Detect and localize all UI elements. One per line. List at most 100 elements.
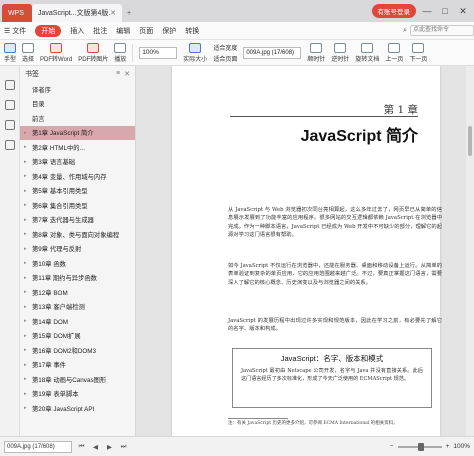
menu-page[interactable]: 页面 <box>139 26 153 36</box>
menu-comment[interactable]: 批注 <box>93 26 107 36</box>
expand-arrow-icon[interactable]: ▸ <box>24 405 32 411</box>
expand-arrow-icon[interactable]: ▸ <box>24 304 32 310</box>
expand-arrow-icon[interactable]: ▸ <box>24 260 32 266</box>
bookmark-item[interactable]: 前言 <box>20 111 135 126</box>
first-page-button[interactable]: ⏮ <box>77 443 86 451</box>
bookmark-item[interactable]: ▸ 第1章 JavaScript 简介 <box>20 125 135 140</box>
bookmark-item[interactable]: ▸ 第13章 客户端检测 <box>20 300 135 315</box>
fit-width-button[interactable]: 适合宽度 <box>213 43 237 52</box>
login-button[interactable]: 有账号登录 <box>371 4 416 18</box>
fit-page-button[interactable]: 适合页面 <box>213 54 237 63</box>
page-number-input[interactable]: 009A.jpg (17/608) <box>243 46 302 59</box>
expand-arrow-icon[interactable]: ▸ <box>24 362 32 368</box>
actual-size-button[interactable]: 实际大小 <box>183 42 207 63</box>
bookmark-item[interactable]: 目录 <box>20 97 135 112</box>
tab-document[interactable]: JavaScript...文版第4版.pdf ✕ <box>32 4 122 22</box>
menu-insert[interactable]: 插入 <box>70 26 84 36</box>
bookmark-item[interactable]: ▸ 第12章 BOM <box>20 285 135 300</box>
sidebar-menu-icon[interactable]: ≡ <box>116 70 120 78</box>
expand-arrow-icon[interactable]: ▸ <box>24 217 32 223</box>
next-page-status-button[interactable]: ▶ <box>105 443 114 451</box>
expand-arrow-icon[interactable]: ▸ <box>24 173 32 179</box>
bookmark-item-label: 第19章 表单脚本 <box>32 391 79 399</box>
expand-arrow-icon[interactable]: ▸ <box>24 333 32 339</box>
zoom-slider-knob[interactable] <box>417 442 424 451</box>
command-search-input[interactable]: 点此查找命令 <box>410 25 474 36</box>
search-panel-icon[interactable] <box>4 140 15 150</box>
bookmark-item[interactable]: ▸ 第9章 代理与反射 <box>20 242 135 257</box>
tab-home[interactable]: WPS <box>2 4 32 22</box>
rotate-cw-button[interactable]: 顺时针 <box>307 42 325 63</box>
prev-page-button[interactable]: 上一页 <box>385 42 403 63</box>
expand-arrow-icon[interactable]: ▸ <box>24 289 32 295</box>
expand-arrow-icon[interactable]: ▸ <box>24 347 32 353</box>
bookmark-panel-icon[interactable] <box>4 80 15 90</box>
close-window-button[interactable]: ✕ <box>456 6 470 17</box>
sidebar-close-icon[interactable]: ✕ <box>124 70 130 78</box>
chapter-number: 第 1 章 <box>383 104 418 116</box>
menu-edit[interactable]: 编辑 <box>116 26 130 36</box>
bookmark-item[interactable]: ▸ 第15章 DOM扩展 <box>20 329 135 344</box>
zoom-in-button[interactable]: + <box>446 443 450 450</box>
rotate-doc-button[interactable]: 旋转文档 <box>355 42 379 63</box>
expand-arrow-icon[interactable]: ▸ <box>24 202 32 208</box>
expand-arrow-icon[interactable]: ▸ <box>24 144 32 150</box>
last-page-button[interactable]: ⏭ <box>119 443 128 451</box>
bookmark-item[interactable]: ▸ 第2章 HTML中的... <box>20 140 135 155</box>
expand-arrow-icon[interactable]: ▸ <box>24 130 32 136</box>
expand-arrow-icon[interactable]: ▸ <box>24 376 32 382</box>
scrollbar-thumb[interactable] <box>468 126 472 156</box>
comment-panel-icon[interactable] <box>4 120 15 130</box>
zoom-slider[interactable] <box>397 442 442 451</box>
close-tab-icon[interactable]: ✕ <box>110 9 116 17</box>
menu-convert[interactable]: 转换 <box>185 26 199 36</box>
bookmark-item[interactable]: 译者序 <box>20 82 135 97</box>
bookmark-item[interactable]: ▸ 第20章 JavaScript API <box>20 401 135 416</box>
menu-start[interactable]: 开始 <box>35 24 62 37</box>
bookmark-item[interactable]: ▸ 第14章 DOM <box>20 314 135 329</box>
play-button[interactable]: 播放 <box>114 42 126 63</box>
bookmark-item[interactable]: ▸ 第18章 动画与Canvas图形 <box>20 372 135 387</box>
status-page-input[interactable]: 009A.jpg (17/608) <box>4 440 72 453</box>
zoom-select[interactable]: 100% <box>139 46 178 59</box>
minimize-button[interactable]: — <box>420 6 434 16</box>
bookmark-item[interactable]: ▸ 第4章 变量、作用域与内存 <box>20 169 135 184</box>
menu-protect[interactable]: 保护 <box>162 26 176 36</box>
bookmark-item[interactable]: ▸ 第7章 迭代器与生成器 <box>20 213 135 228</box>
bookmark-item[interactable]: ▸ 第6章 集合引用类型 <box>20 198 135 213</box>
vertical-scrollbar[interactable] <box>466 66 474 436</box>
toolbar: 手型 选择 PDF转Word PDF转图片 播放 100% 实际大小 适合宽度 … <box>0 40 474 66</box>
bookmark-item[interactable]: ▸ 第17章 事件 <box>20 358 135 373</box>
bookmark-item-label: 第12章 BOM <box>32 289 68 297</box>
new-tab-button[interactable]: + <box>122 4 136 22</box>
maximize-button[interactable]: □ <box>438 6 452 16</box>
zoom-out-button[interactable]: − <box>390 443 394 450</box>
bookmark-item[interactable]: ▸ 第16章 DOM2和DOM3 <box>20 343 135 358</box>
hand-tool-button[interactable]: 手型 <box>4 42 16 63</box>
menu-file[interactable]: ☰ 文件 <box>4 26 26 36</box>
bookmark-item[interactable]: ▸ 第19章 表单脚本 <box>20 387 135 402</box>
zoom-level: 100% <box>453 443 470 450</box>
expand-arrow-icon[interactable]: ▸ <box>24 391 32 397</box>
expand-arrow-icon[interactable]: ▸ <box>24 318 32 324</box>
expand-arrow-icon[interactable]: ▸ <box>24 159 32 165</box>
bookmark-item[interactable]: ▸ 第3章 语言基础 <box>20 155 135 170</box>
rotate-ccw-button[interactable]: 逆时针 <box>331 42 349 63</box>
bookmark-item[interactable]: ▸ 第5章 基本引用类型 <box>20 184 135 199</box>
expand-arrow-icon[interactable]: ▸ <box>24 231 32 237</box>
thumbnail-panel-icon[interactable] <box>4 100 15 110</box>
expand-arrow-icon[interactable]: ▸ <box>24 188 32 194</box>
document-viewer[interactable]: 第 1 章 JavaScript 简介 从 JavaScript 与 Web 浏… <box>136 66 474 436</box>
bookmark-item[interactable]: ▸ 第11章 期约与异步函数 <box>20 271 135 286</box>
bookmark-item[interactable]: ▸ 第8章 对象、类与面向对象编程 <box>20 227 135 242</box>
pdf-to-word-button[interactable]: PDF转Word <box>40 42 72 63</box>
prev-page-status-button[interactable]: ◀ <box>91 443 100 451</box>
expand-arrow-icon[interactable]: ▸ <box>24 275 32 281</box>
pdf-word-icon <box>50 42 63 53</box>
bookmark-item[interactable]: ▸ 第10章 函数 <box>20 256 135 271</box>
select-tool-button[interactable]: 选择 <box>22 42 34 63</box>
next-page-button[interactable]: 下一页 <box>409 42 427 63</box>
pdf-to-image-button[interactable]: PDF转图片 <box>78 42 108 63</box>
expand-arrow-icon[interactable]: ▸ <box>24 246 32 252</box>
bookmark-item-label: 第18章 动画与Canvas图形 <box>32 376 107 384</box>
